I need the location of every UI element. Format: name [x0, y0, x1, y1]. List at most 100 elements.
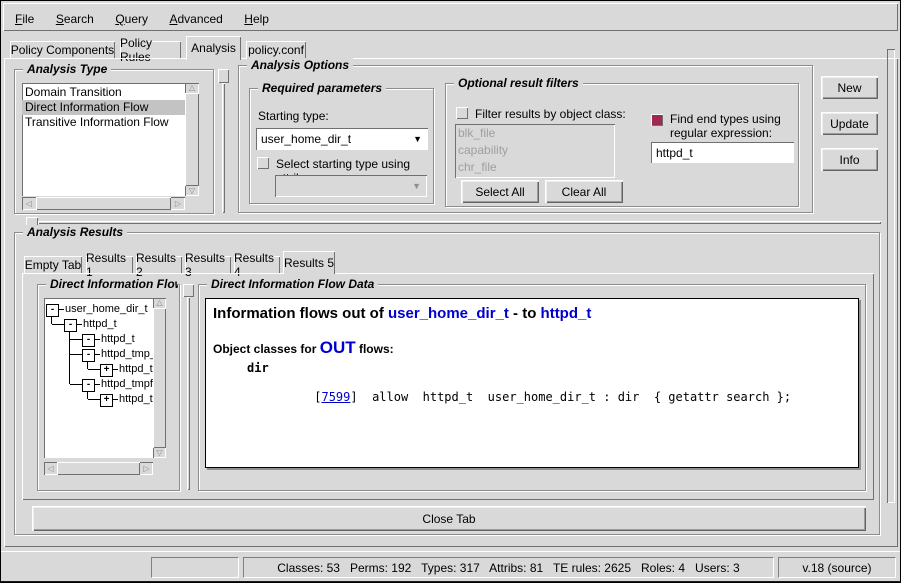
- analysis-type-group: Analysis Type Domain Transition Direct I…: [14, 69, 214, 214]
- tab-results-1[interactable]: Results 1: [86, 256, 133, 273]
- dropdown-arrow-icon[interactable]: ▼: [413, 134, 422, 144]
- rule-number-link[interactable]: 7599: [321, 390, 350, 404]
- sash-line[interactable]: [222, 83, 225, 213]
- tab-policy-rules[interactable]: Policy Rules: [120, 41, 181, 59]
- tab-results-5[interactable]: Results 5: [283, 251, 335, 274]
- scroll-left-icon[interactable]: ◁: [44, 464, 57, 474]
- scroll-up-icon[interactable]: △: [185, 83, 199, 93]
- scroll-right-icon[interactable]: ▷: [140, 464, 153, 474]
- tree-node-label[interactable]: httpd_t: [119, 392, 153, 407]
- flow-tree-title: Direct Information Flow T: [46, 277, 178, 291]
- flow-data-title: Direct Information Flow Data: [207, 277, 378, 291]
- regex-input[interactable]: httpd_t: [651, 142, 794, 163]
- tree-node-label[interactable]: httpd_t: [119, 362, 153, 377]
- list-item-selected[interactable]: Direct Information Flow: [22, 100, 185, 115]
- flow-tree[interactable]: - user_home_dir_t - httpd_t - httpd_t - …: [44, 298, 153, 458]
- tree-row[interactable]: - user_home_dir_t: [44, 302, 153, 317]
- menu-query[interactable]: Query: [115, 12, 148, 26]
- scroll-thumb[interactable]: [57, 462, 140, 475]
- tree-hscrollbar[interactable]: ◁ ▷: [44, 462, 153, 475]
- menu-search[interactable]: Search: [56, 12, 94, 26]
- tree-node-label[interactable]: httpd_tmpfs_t: [101, 377, 153, 392]
- apol-window: File Search Query Advanced Help Policy C…: [0, 0, 901, 583]
- tree-expander[interactable]: -: [82, 334, 95, 347]
- close-tab-button[interactable]: Close Tab: [32, 506, 866, 531]
- flow-direction: OUT: [320, 338, 356, 357]
- analysis-type-vscrollbar[interactable]: △ ▽: [185, 83, 199, 196]
- tree-row[interactable]: + httpd_t: [44, 392, 153, 407]
- clear-all-button[interactable]: Clear All: [545, 180, 623, 203]
- object-class-checkbox[interactable]: [456, 107, 468, 119]
- select-all-button[interactable]: Select All: [461, 180, 539, 203]
- tree-node-label[interactable]: user_home_dir_t: [65, 302, 148, 317]
- tree-expander[interactable]: -: [46, 304, 59, 317]
- menu-file[interactable]: File: [15, 12, 34, 26]
- menu-help[interactable]: Help: [244, 12, 269, 26]
- starting-type-combobox[interactable]: user_home_dir_t ▼: [256, 128, 428, 150]
- starting-type-value: user_home_dir_t: [261, 132, 351, 146]
- sash-handle[interactable]: [183, 284, 194, 297]
- dropdown-arrow-icon: ▼: [412, 181, 421, 191]
- regex-checkbox-row: Find end types using regular expression:: [651, 114, 799, 140]
- menu-bar: File Search Query Advanced Help: [3, 3, 898, 31]
- scroll-right-icon[interactable]: ▷: [171, 199, 185, 209]
- sash-line[interactable]: [38, 221, 881, 224]
- tree-node-label-selected[interactable]: httpd_t: [83, 317, 117, 332]
- tab-results-2[interactable]: Results 2: [136, 256, 182, 273]
- tab-analysis[interactable]: Analysis: [186, 36, 241, 60]
- sash-handle[interactable]: [218, 69, 229, 83]
- regex-value: httpd_t: [656, 146, 693, 160]
- object-class-checkbox-row: Filter results by object class:: [456, 107, 626, 121]
- status-bar: Classes: 53 Perms: 192 Types: 317 Attrib…: [1, 551, 901, 581]
- scroll-left-icon[interactable]: ◁: [22, 199, 36, 209]
- tree-node-label[interactable]: httpd_tmp_t: [101, 347, 153, 362]
- tab-policy-conf[interactable]: policy.conf: [246, 41, 306, 59]
- attrib-checkbox[interactable]: [257, 157, 269, 169]
- tree-expander[interactable]: -: [64, 319, 77, 332]
- tree-row[interactable]: - httpd_t: [44, 332, 153, 347]
- flow-data-text[interactable]: Information flows out of user_home_dir_t…: [205, 298, 859, 468]
- menu-file-rest: ile: [22, 12, 34, 26]
- tree-row[interactable]: - httpd_tmp_t: [44, 347, 153, 362]
- tree-row[interactable]: - httpd_t: [44, 317, 153, 332]
- scroll-thumb[interactable]: [36, 197, 171, 210]
- new-button[interactable]: New: [821, 76, 878, 99]
- update-button[interactable]: Update: [821, 112, 878, 135]
- info-button[interactable]: Info: [821, 148, 878, 171]
- tab-results-4[interactable]: Results 4: [234, 256, 280, 273]
- regex-checkbox[interactable]: [651, 114, 663, 126]
- analysis-type-hscrollbar[interactable]: ◁ ▷: [22, 197, 185, 210]
- flow-data-group: Direct Information Flow Data Information…: [198, 284, 866, 491]
- analysis-type-title: Analysis Type: [23, 62, 111, 76]
- scroll-thumb[interactable]: [185, 93, 199, 186]
- tree-expander[interactable]: -: [82, 349, 95, 362]
- flow-tree-group: Direct Information Flow T: [37, 284, 180, 491]
- tree-expander[interactable]: +: [100, 364, 113, 377]
- tab-policy-components[interactable]: Policy Components: [10, 41, 115, 59]
- tab-results-3[interactable]: Results 3: [185, 256, 231, 273]
- optional-filters-title: Optional result filters: [454, 76, 583, 90]
- tree-node-label[interactable]: httpd_t: [101, 332, 135, 347]
- required-parameters-group: Required parameters Starting type: user_…: [249, 88, 434, 204]
- tree-row[interactable]: + httpd_t: [44, 362, 153, 377]
- tab-empty-tab[interactable]: Empty Tab: [24, 256, 82, 273]
- regex-checkbox-label: Find end types using regular expression:: [670, 112, 799, 140]
- page-scrollbar[interactable]: [887, 49, 895, 503]
- menu-advanced[interactable]: Advanced: [169, 12, 222, 26]
- scroll-up-icon[interactable]: △: [153, 298, 166, 308]
- tree-row[interactable]: - httpd_tmpfs_t: [44, 377, 153, 392]
- rule-line: [7599] allow httpd_t user_home_dir_t : d…: [242, 376, 858, 418]
- attrib-combobox-disabled: ▼: [275, 175, 427, 197]
- tree-expander[interactable]: +: [100, 394, 113, 407]
- analysis-type-list[interactable]: Domain Transition Direct Information Flo…: [22, 83, 185, 196]
- object-class-list-disabled: blk_file capability chr_file: [455, 124, 615, 178]
- tree-vscrollbar[interactable]: △ ▽: [153, 298, 166, 458]
- sash-line[interactable]: [187, 297, 190, 490]
- scroll-down-icon[interactable]: ▽: [153, 448, 166, 458]
- scroll-thumb[interactable]: [153, 308, 166, 448]
- required-parameters-title: Required parameters: [258, 81, 386, 95]
- tree-expander[interactable]: -: [82, 379, 95, 392]
- list-item[interactable]: Transitive Information Flow: [22, 115, 185, 130]
- list-item[interactable]: Domain Transition: [22, 85, 185, 100]
- scroll-down-icon[interactable]: ▽: [185, 186, 199, 196]
